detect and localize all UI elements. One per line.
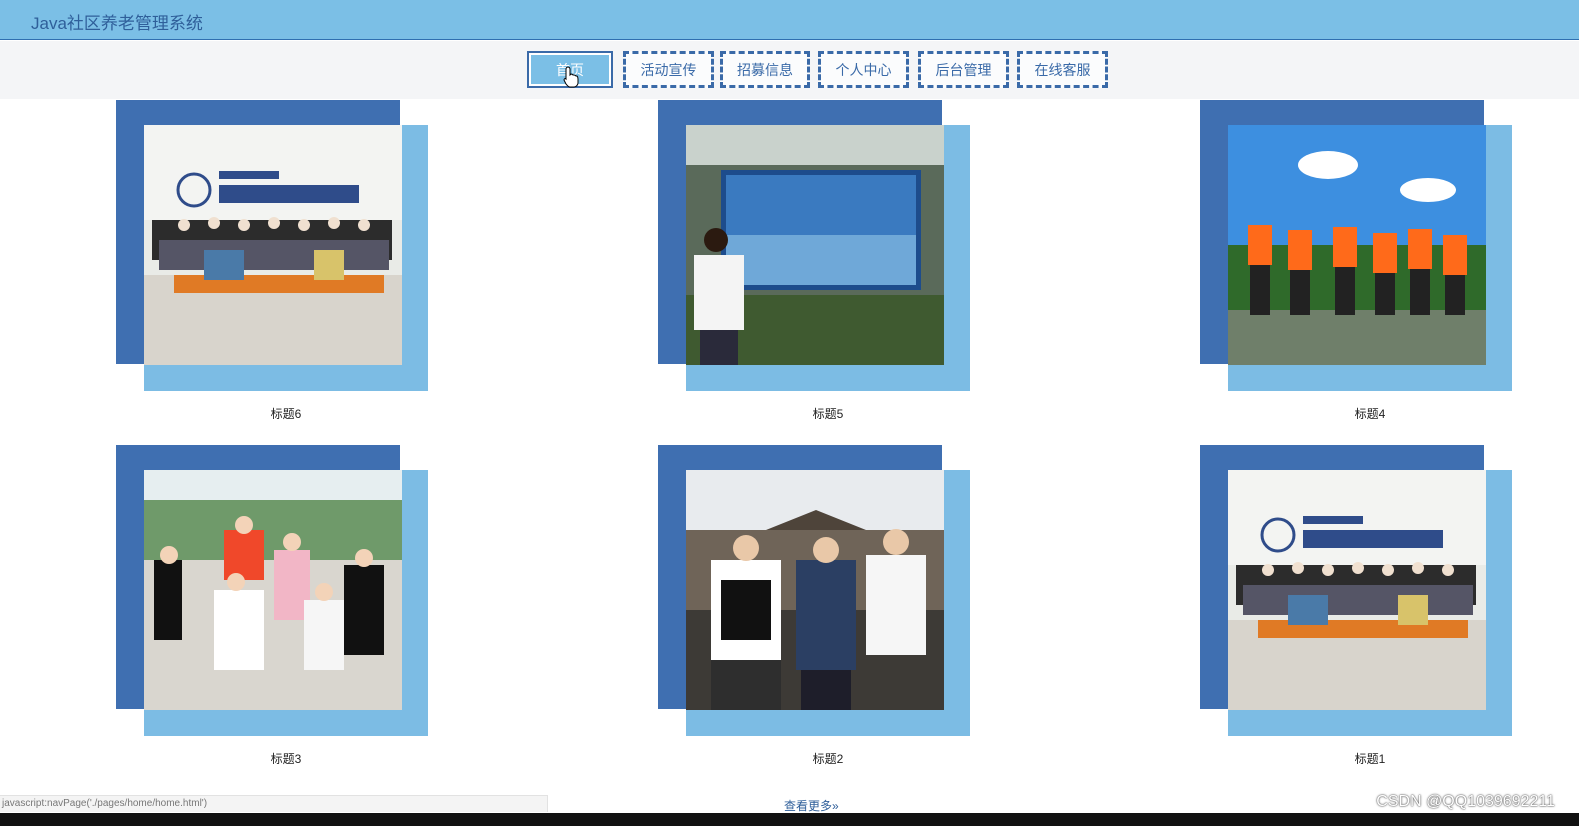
group-photo-image[interactable] xyxy=(1228,470,1486,710)
gallery-card[interactable]: 标题2 xyxy=(658,445,971,775)
card-caption: 标题4 xyxy=(1354,407,1386,421)
card-caption: 标题6 xyxy=(270,407,302,421)
watermark-text: CSDN @QQ1039692211 xyxy=(1376,793,1555,810)
three-students-image[interactable] xyxy=(686,470,944,710)
app-title: Java社区养老管理系统 xyxy=(31,14,203,33)
nav-admin-button[interactable]: 后台管理 xyxy=(918,51,1009,88)
gallery-card[interactable]: 标题1 xyxy=(1200,445,1513,775)
nav-activity-button[interactable]: 活动宣传 xyxy=(623,51,714,88)
bottom-bar xyxy=(0,813,1579,826)
card-caption: 标题5 xyxy=(812,407,844,421)
group-photo-image[interactable] xyxy=(144,125,402,365)
gallery-card[interactable]: 标题5 xyxy=(658,100,971,430)
card-caption: 标题3 xyxy=(270,752,302,766)
life-vest-group-image[interactable] xyxy=(1228,125,1486,365)
hand-cursor-icon xyxy=(563,66,579,88)
mountain-group-image[interactable] xyxy=(144,470,402,710)
app-header: Java社区养老管理系统 xyxy=(0,0,1579,40)
nav-service-button[interactable]: 在线客服 xyxy=(1017,51,1108,88)
gallery-card[interactable]: 标题3 xyxy=(116,445,429,775)
nav-profile-button[interactable]: 个人中心 xyxy=(818,51,909,88)
status-bar-url: javascript:navPage('./pages/home/home.ht… xyxy=(0,795,548,812)
nav-recruit-button[interactable]: 招募信息 xyxy=(720,51,810,88)
gallery-card[interactable]: 标题4 xyxy=(1200,100,1513,430)
nav-bar: 首页 活动宣传 招募信息 个人中心 后台管理 在线客服 xyxy=(0,41,1579,99)
gallery-card[interactable]: 标题6 xyxy=(116,100,429,430)
card-caption: 标题2 xyxy=(812,752,844,766)
card-caption: 标题1 xyxy=(1354,752,1386,766)
person-screen-image[interactable] xyxy=(686,125,944,365)
view-more-link[interactable]: 查看更多» xyxy=(784,797,839,814)
